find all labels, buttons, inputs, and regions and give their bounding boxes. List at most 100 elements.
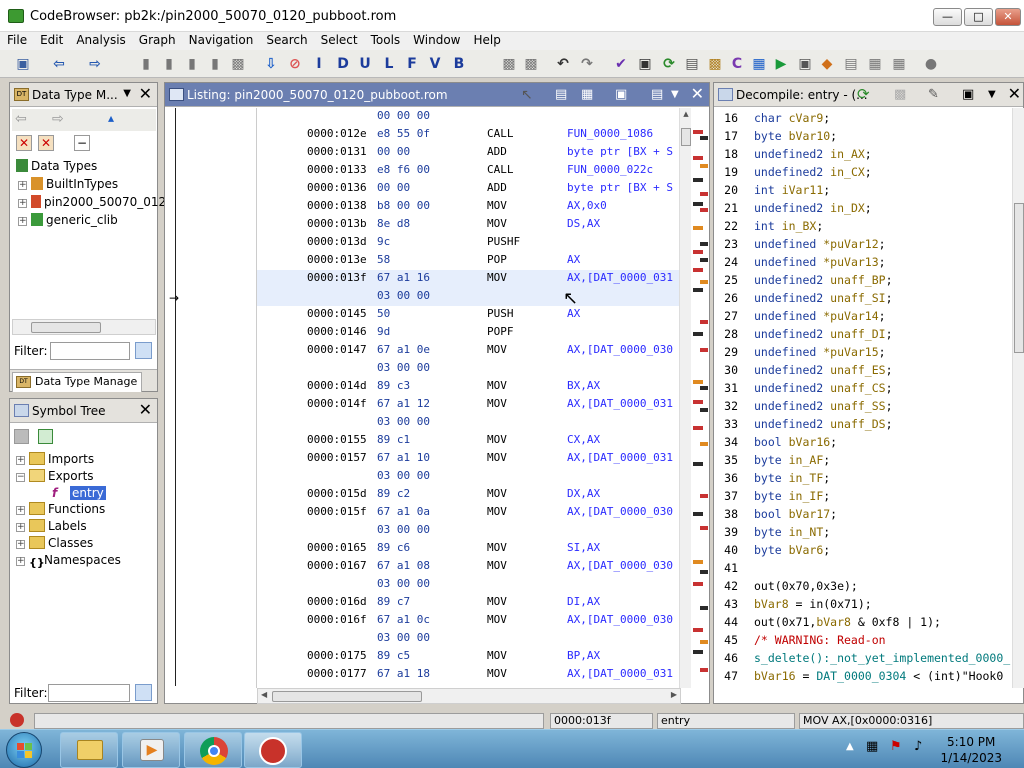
undefined-icon[interactable]: U xyxy=(356,55,374,73)
decompile-line[interactable]: 32 undefined2 unaff_SS; xyxy=(714,399,1012,417)
tree-item-labels[interactable]: + Labels xyxy=(16,519,87,533)
decompile-line[interactable]: 16 char cVar9; xyxy=(714,111,1012,129)
copy-icon[interactable]: ▩ xyxy=(500,55,518,73)
table-icon[interactable]: ▤ xyxy=(842,55,860,73)
taskbar-ghidra[interactable] xyxy=(244,732,302,768)
expand-icon[interactable]: + xyxy=(18,199,27,208)
tree-item-program-types[interactable]: + pin2000_50070_012 xyxy=(18,195,166,209)
instruction-icon[interactable]: I xyxy=(310,55,328,73)
options-icon[interactable]: ● xyxy=(922,55,940,73)
overview-marker[interactable] xyxy=(693,332,703,336)
tree-item-data-types[interactable]: Data Types xyxy=(16,159,97,173)
search-icon[interactable]: ▣ xyxy=(636,55,654,73)
listing-row[interactable]: 0000:0165 89 c6 MOV SI,AX xyxy=(257,540,679,558)
scrollbar-thumb[interactable] xyxy=(31,322,101,333)
data-icon[interactable]: D xyxy=(334,55,352,73)
taskbar-explorer[interactable] xyxy=(60,732,118,768)
overview-marker[interactable] xyxy=(700,408,708,412)
decompile-line[interactable]: 29 undefined *puVar15; xyxy=(714,345,1012,363)
tree-item-functions[interactable]: + Functions xyxy=(16,502,105,516)
listing-row[interactable]: 0000:0136 00 00 ADD byte ptr [BX + S xyxy=(257,180,679,198)
taskbar-chrome[interactable] xyxy=(184,732,242,768)
overview-marker[interactable] xyxy=(693,582,703,586)
expand-icon[interactable]: + xyxy=(18,217,27,226)
scrollbar-thumb[interactable] xyxy=(681,128,691,146)
stop-icon[interactable]: ⊘ xyxy=(286,55,304,73)
edit-icon[interactable]: ✎ xyxy=(928,87,939,102)
expand-icon[interactable]: + xyxy=(18,181,27,190)
run-icon[interactable]: ▶ xyxy=(772,55,790,73)
decompile-line[interactable]: 18 undefined2 in_AX; xyxy=(714,147,1012,165)
collapse-icon[interactable]: − xyxy=(16,473,25,482)
decompile-line[interactable]: 22 int in_BX; xyxy=(714,219,1012,237)
overview-marker[interactable] xyxy=(693,380,703,384)
tree-item-imports[interactable]: + Imports xyxy=(16,452,94,466)
panel-menu-icon[interactable]: ▼ xyxy=(671,89,679,100)
filter-pointers-icon[interactable]: ✕ xyxy=(38,135,54,151)
listing-row[interactable]: 0000:0147 67 a1 0e MOV AX,[DAT_0000_030 xyxy=(257,342,679,360)
tree-icon[interactable]: ▦ xyxy=(890,55,908,73)
scroll-left-icon[interactable]: ◀ xyxy=(261,690,267,699)
symbol-icon[interactable]: ▦ xyxy=(750,55,768,73)
menu-graph[interactable]: Graph xyxy=(132,32,182,47)
decompile-line[interactable]: 20 int iVar11; xyxy=(714,183,1012,201)
listing-row[interactable]: 0000:014d 89 c3 MOV BX,AX xyxy=(257,378,679,396)
overview-bar[interactable] xyxy=(693,108,709,688)
panel-menu-icon[interactable]: ▼ xyxy=(123,88,131,99)
decompile-line[interactable]: 24 undefined *puVar13; xyxy=(714,255,1012,273)
function-icon[interactable]: F xyxy=(403,55,421,73)
listing-row[interactable]: 03 00 00 xyxy=(257,576,679,594)
listing-row[interactable]: 0000:0131 00 00 ADD byte ptr [BX + S xyxy=(257,144,679,162)
listing-row[interactable]: 03 00 00 xyxy=(257,360,679,378)
horizontal-scrollbar[interactable] xyxy=(12,319,156,335)
archive-icon[interactable]: ▴ xyxy=(108,111,114,125)
decompile-line[interactable]: 23 undefined *puVar12; xyxy=(714,237,1012,255)
start-button[interactable] xyxy=(6,732,42,768)
close-icon[interactable]: ✕ xyxy=(691,84,704,103)
tree-item-builtin-types[interactable]: + BuiltInTypes xyxy=(18,177,118,191)
decompile-line[interactable]: 40 byte bVar6; xyxy=(714,543,1012,561)
create-namespace-icon[interactable] xyxy=(14,429,29,444)
scroll-up-icon[interactable]: ▲ xyxy=(681,110,691,120)
overview-marker[interactable] xyxy=(700,136,708,140)
overview-marker[interactable] xyxy=(700,192,708,196)
decompile-line[interactable]: 30 undefined2 unaff_ES; xyxy=(714,363,1012,381)
decompile-line[interactable]: 38 bool bVar17; xyxy=(714,507,1012,525)
decompile-line[interactable]: 36 byte in_TF; xyxy=(714,471,1012,489)
filter-options-icon[interactable] xyxy=(135,684,152,701)
close-window-button[interactable]: ✕ xyxy=(995,8,1021,26)
menu-navigation[interactable]: Navigation xyxy=(182,32,260,47)
filter-arrays-icon[interactable]: ✕ xyxy=(16,135,32,151)
decompile-line[interactable]: 17 byte bVar10; xyxy=(714,129,1012,147)
bookmark-icon[interactable]: B xyxy=(450,55,468,73)
memory-icon[interactable]: ▣ xyxy=(796,55,814,73)
overview-marker[interactable] xyxy=(693,178,703,182)
tree-item-generic-clib[interactable]: + generic_clib xyxy=(18,213,118,227)
expand-icon[interactable]: + xyxy=(16,540,25,549)
decompile-line[interactable]: 43 bVar8 = in(0x71); xyxy=(714,597,1012,615)
tree-item-exports[interactable]: − Exports xyxy=(16,469,94,483)
tree-item-entry[interactable]: f entry xyxy=(52,486,106,500)
overview-marker[interactable] xyxy=(700,208,708,212)
close-icon[interactable]: ✕ xyxy=(139,84,152,103)
listing-row[interactable]: 03 00 00 xyxy=(257,630,679,648)
listing-row[interactable]: 03 00 00 xyxy=(257,468,679,486)
listing-body[interactable]: 00 00 00 0000:012e e8 55 0f CALL FUN_0000_10… xyxy=(257,108,679,688)
overview-marker[interactable] xyxy=(693,250,703,254)
system-clock[interactable]: 5:10 PM 1/14/2023 xyxy=(940,734,1002,766)
decompile-line[interactable]: 42 out(0x70,0x3e); xyxy=(714,579,1012,597)
flow-icon[interactable]: ▮ xyxy=(183,55,201,73)
overview-marker[interactable] xyxy=(693,462,703,466)
close-icon[interactable]: ✕ xyxy=(139,400,152,419)
back-icon[interactable]: ⇦ xyxy=(50,55,68,73)
decompile-line[interactable]: 19 undefined2 in_CX; xyxy=(714,165,1012,183)
data-type-manager-icon[interactable]: ▩ xyxy=(706,55,724,73)
expand-icon[interactable]: + xyxy=(16,506,25,515)
listing-horizontal-scrollbar[interactable]: ◀ ▶ xyxy=(257,688,681,704)
snapshot-icon[interactable]: ▣ xyxy=(615,87,627,102)
overview-marker[interactable] xyxy=(700,526,708,530)
listing-row[interactable]: 03 00 00 xyxy=(257,522,679,540)
overview-marker[interactable] xyxy=(700,164,708,168)
decompile-line[interactable]: 27 undefined *puVar14; xyxy=(714,309,1012,327)
menu-file[interactable]: File xyxy=(0,32,33,47)
